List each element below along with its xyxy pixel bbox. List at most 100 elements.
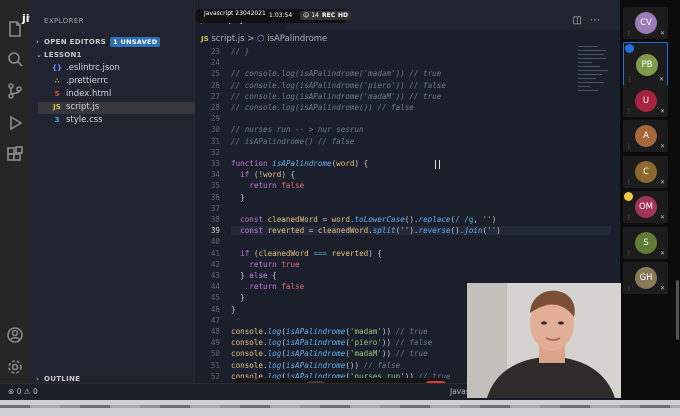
tile-menu-icon[interactable]: ⋮ [626,250,632,257]
code-line[interactable]: // console.log(isAPalindrome('piero')) /… [231,81,446,90]
tile-menu-icon[interactable]: ⋮ [627,76,633,83]
open-editors-section[interactable]: › OPEN EDITORS 1 UNSAVED [36,37,161,47]
code-line[interactable]: const reverted = cleanedWord.split('').r… [231,226,611,236]
chevron-down-icon: ⌄ [36,51,43,59]
file-item[interactable]: {} .eslintrc.json [52,63,120,75]
line-number: 45 [210,293,220,303]
source-control-icon[interactable] [6,82,24,100]
file-type-icon: ∴ [54,77,60,85]
avatar: OM [635,196,657,218]
problems-indicator[interactable]: ⊗ 0 ⚠ 0 [8,387,38,396]
file-type-icon: 3 [54,116,60,124]
participant-tile[interactable]: CV ⋮ ✕ [623,7,668,39]
file-item[interactable]: 3 style.css [52,115,103,127]
folder-section[interactable]: ⌄ LESSON1 [36,51,82,59]
more-actions-icon[interactable]: ⋯ [590,15,608,26]
file-item[interactable]: ∴ .prettierrc [52,76,109,88]
minimap[interactable] [578,46,612,116]
avatar: A [635,125,657,147]
file-name: script.js [66,102,100,112]
tile-menu-icon[interactable]: ⋮ [626,30,632,37]
code-line[interactable]: } else { [231,271,277,280]
code-line[interactable]: const cleanedWord = word.toLowerCase().r… [231,215,496,224]
code-line[interactable]: // console.log(isAPalindrome('madam')) /… [231,69,441,78]
explorer-sidebar: EXPLORER › OPEN EDITORS 1 UNSAVED ⌄ LESSON1… [30,0,218,400]
file-name: .prettierrc [66,76,109,86]
code-line[interactable]: console.log(isAPalindrome('madaM')) // t… [231,349,428,358]
participant-tile[interactable]: GH ⋮ ✕ [623,262,668,294]
taskbar [0,400,680,416]
raised-hand-icon [624,192,633,201]
language-mode[interactable]: Javas [450,387,470,396]
code-line[interactable]: // console.log(isAPalindrome()) // false [231,103,414,112]
split-editor-icon[interactable]: ◫ [573,15,590,26]
code-line[interactable]: if (cleanedWord === reverted) { [231,249,382,258]
outline-section[interactable]: › OUTLINE [36,375,80,383]
code-line[interactable]: } [231,305,236,314]
code-line[interactable]: // nurses run -- > nur sesrun [231,125,364,134]
account-icon[interactable] [6,326,24,344]
code-line[interactable]: return false [231,282,304,291]
code-line[interactable]: if (!word) { [231,170,295,179]
breadcrumb-file[interactable]: script.js [211,34,244,44]
code-line[interactable]: // console.log(isAPalindrome('madaM')) /… [231,92,441,101]
file-name: .eslintrc.json [66,63,120,73]
extensions-icon[interactable] [6,146,24,164]
muted-mic-icon: ✕ [659,214,665,221]
line-number: 49 [210,338,220,348]
breadcrumb-symbol[interactable]: isAPalindrome [267,34,327,44]
strip-scrollbar[interactable] [676,280,679,340]
participant-tile[interactable]: C ⋮ ✕ [623,155,668,188]
participants-strip: CV ⋮ ✕ PB ⋮ ✕ U ⋮ ✕ A ⋮ ✕ C ⋮ ✕ OM ⋮ ✕ S ⋮ ✕ GH ⋮ ✕ [620,0,680,400]
tile-menu-icon[interactable]: ⋮ [626,285,632,292]
tile-menu-icon[interactable]: ⋮ [626,179,632,186]
participant-tile[interactable]: S ⋮ ✕ [623,226,668,259]
code-line[interactable]: return true [231,260,299,269]
line-number: 30 [210,125,220,135]
file-item[interactable]: 5 index.html [52,89,112,101]
code-line[interactable]: } [231,293,245,302]
line-number: 37 [210,203,220,213]
settings-gear-icon[interactable] [6,358,24,376]
line-number: 48 [210,327,220,336]
line-number: 50 [210,349,220,359]
line-number: 35 [210,181,220,191]
line-number: 40 [210,237,220,247]
code-line[interactable]: function isAPalindrome(word) { [231,159,368,168]
code-line[interactable]: console.log(isAPalindrome('madam')) // t… [231,327,428,336]
line-number: 38 [210,215,220,224]
line-number: 28 [210,103,220,112]
line-number: 46 [210,304,220,314]
tile-menu-icon[interactable]: ⋮ [626,108,632,115]
muted-mic-icon: ✕ [659,30,665,37]
code-line[interactable]: console.log(isAPalindrome('piero')) // f… [231,338,432,347]
line-number: 51 [210,360,220,370]
unsaved-badge: 1 UNSAVED [110,37,161,47]
code-line[interactable]: // } [231,47,249,56]
meeting-title: Javascript 23042021 [204,10,266,17]
muted-mic-icon: ✕ [658,76,664,83]
activity-bar [0,0,30,400]
file-item[interactable]: JS script.js [38,102,218,114]
run-debug-icon[interactable] [6,114,24,132]
speaker-video [467,283,621,398]
code-line[interactable]: console.log(isAPalindrome()) // false [231,361,400,370]
function-symbol-icon: ⬡ [257,34,265,44]
participant-tile[interactable]: PB ⋮ ✕ [623,42,668,86]
avatar: CV [635,12,657,34]
line-number: 41 [210,248,220,258]
code-line[interactable]: return false [231,181,304,190]
tile-menu-icon[interactable]: ⋮ [626,214,632,221]
search-icon[interactable] [6,50,24,68]
code-line[interactable]: } [231,193,245,202]
muted-mic-icon: ✕ [659,178,665,186]
tile-menu-icon[interactable]: ⋮ [626,143,632,150]
explorer-title: EXPLORER [44,17,84,25]
participant-tile[interactable]: U ⋮ ✕ [623,84,668,117]
line-number: 29 [210,114,220,124]
participant-tile[interactable]: OM ⋮ ✕ [623,191,668,223]
line-number: 42 [210,259,220,269]
line-number: 24 [210,58,220,68]
participant-tile[interactable]: A ⋮ ✕ [623,120,668,152]
code-line[interactable]: // isAPalindrome() // false [231,137,354,146]
